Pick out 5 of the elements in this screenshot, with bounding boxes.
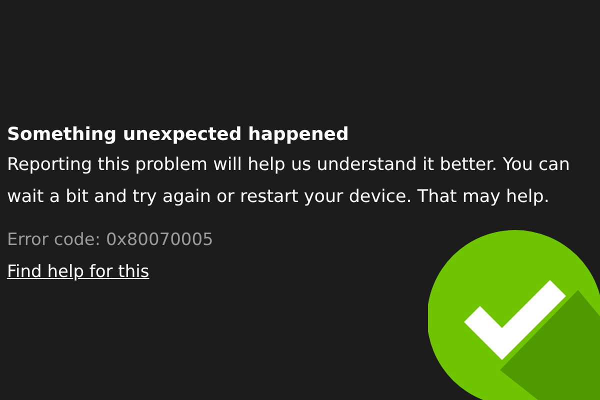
- check-icon: [428, 230, 600, 400]
- error-message: Reporting this problem will help us understand it better. You can wait a bit and try again or restart your device. That may help.: [7, 154, 571, 209]
- help-link[interactable]: Find help for this: [7, 262, 150, 282]
- error-title: Something unexpected happened: [7, 124, 350, 145]
- error-code: Error code: 0x80070005: [7, 230, 214, 250]
